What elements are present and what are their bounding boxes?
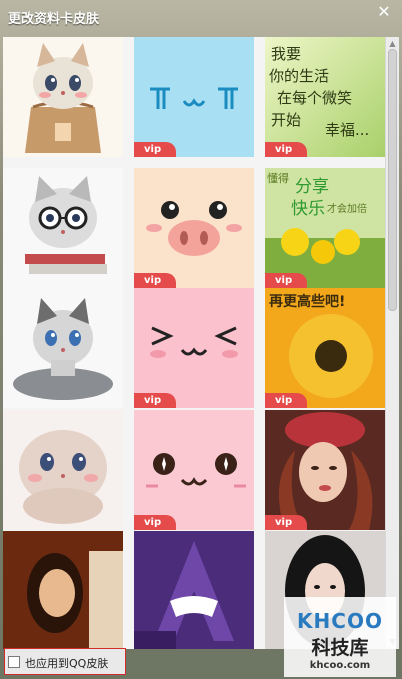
skin-tile-blue-face[interactable]: vip <box>134 37 254 157</box>
svg-text:我要: 我要 <box>271 45 301 63</box>
vip-badge: vip <box>134 142 176 157</box>
woman-portrait-image <box>3 531 123 649</box>
vip-badge: vip <box>265 393 307 408</box>
skin-list: vip 我要 你的生活 在每个微笑 开始 幸福... vip vip 懂得 分享… <box>3 37 399 649</box>
vip-badge: vip <box>134 515 176 530</box>
watermark-url: khcoo.com <box>309 660 371 671</box>
skin-tile-girl-flowers[interactable]: vip <box>265 410 385 530</box>
svg-text:在每个微笑: 在每个微笑 <box>277 89 352 107</box>
svg-text:懂得: 懂得 <box>267 172 289 185</box>
skin-tile-green-text[interactable]: 我要 你的生活 在每个微笑 开始 幸福... vip <box>265 37 385 157</box>
orange-flower-image: 再更高些吧! <box>265 288 385 408</box>
title-bar: 更改资料卡皮肤 ✕ <box>0 0 402 32</box>
skin-tile-woman-portrait[interactable] <box>3 531 123 649</box>
vertical-scrollbar[interactable]: ▲ ▼ <box>385 37 399 649</box>
cat-with-glasses-image <box>3 168 123 288</box>
svg-text:你的生活: 你的生活 <box>269 67 329 85</box>
girl-portrait-image <box>265 410 385 530</box>
svg-text:才会加倍: 才会加倍 <box>327 202 367 215</box>
svg-text:再更高些吧!: 再更高些吧! <box>269 293 345 310</box>
skin-tile-cat-bowl[interactable] <box>3 288 123 408</box>
skin-tile-pink-face[interactable]: vip <box>134 288 254 408</box>
watermark-cn: 科技库 <box>311 637 369 659</box>
purple-mask-image <box>134 531 254 649</box>
skin-tile-cat-glasses[interactable] <box>3 168 123 288</box>
apply-to-qq-checkbox[interactable] <box>8 656 20 668</box>
skin-tile-yellow-flowers[interactable]: 懂得 分享 快乐 才会加倍 vip <box>265 168 385 288</box>
skin-tile-pig[interactable]: vip <box>134 168 254 288</box>
vip-badge: vip <box>134 393 176 408</box>
pig-face-image <box>134 168 254 288</box>
cat-in-bag-image <box>3 37 123 157</box>
svg-text:快乐: 快乐 <box>291 199 325 219</box>
sparkle-eyes-face-image <box>134 410 254 530</box>
skin-tile-sunflower[interactable]: 再更高些吧! vip <box>265 288 385 408</box>
dialog-title: 更改资料卡皮肤 <box>8 12 100 27</box>
handwritten-text-image: 我要 你的生活 在每个微笑 开始 幸福... <box>265 37 385 157</box>
vip-badge: vip <box>134 273 176 288</box>
skin-dialog: 更改资料卡皮肤 ✕ vip 我要 你的生活 在每个微笑 开始 幸福... vip… <box>0 0 402 679</box>
svg-text:分享: 分享 <box>295 177 329 197</box>
skin-tile-cat-bag[interactable] <box>3 37 123 157</box>
crying-face-image <box>134 37 254 157</box>
skin-tile-cat-pink[interactable] <box>3 410 123 530</box>
close-icon[interactable]: ✕ <box>374 3 394 21</box>
watermark-brand: KHCOO <box>297 609 383 633</box>
scrollbar-thumb[interactable] <box>388 49 397 311</box>
vip-badge: vip <box>265 273 307 288</box>
skin-tile-pink-blush[interactable]: vip <box>134 410 254 530</box>
scottish-fold-image <box>3 410 123 530</box>
apply-to-qq-skin[interactable]: 也应用到QQ皮肤 <box>4 648 126 675</box>
vip-badge: vip <box>265 515 307 530</box>
svg-text:开始: 开始 <box>271 111 301 129</box>
squint-face-image <box>134 288 254 408</box>
svg-text:幸福...: 幸福... <box>325 121 369 139</box>
skin-tile-purple-mask[interactable] <box>134 531 254 649</box>
yellow-flowers-image: 懂得 分享 快乐 才会加倍 <box>265 168 385 288</box>
vip-badge: vip <box>265 142 307 157</box>
watermark-logo: KHCOO 科技库 khcoo.com <box>284 597 396 677</box>
apply-to-qq-label: 也应用到QQ皮肤 <box>25 657 109 670</box>
kitten-in-bowl-image <box>3 288 123 408</box>
